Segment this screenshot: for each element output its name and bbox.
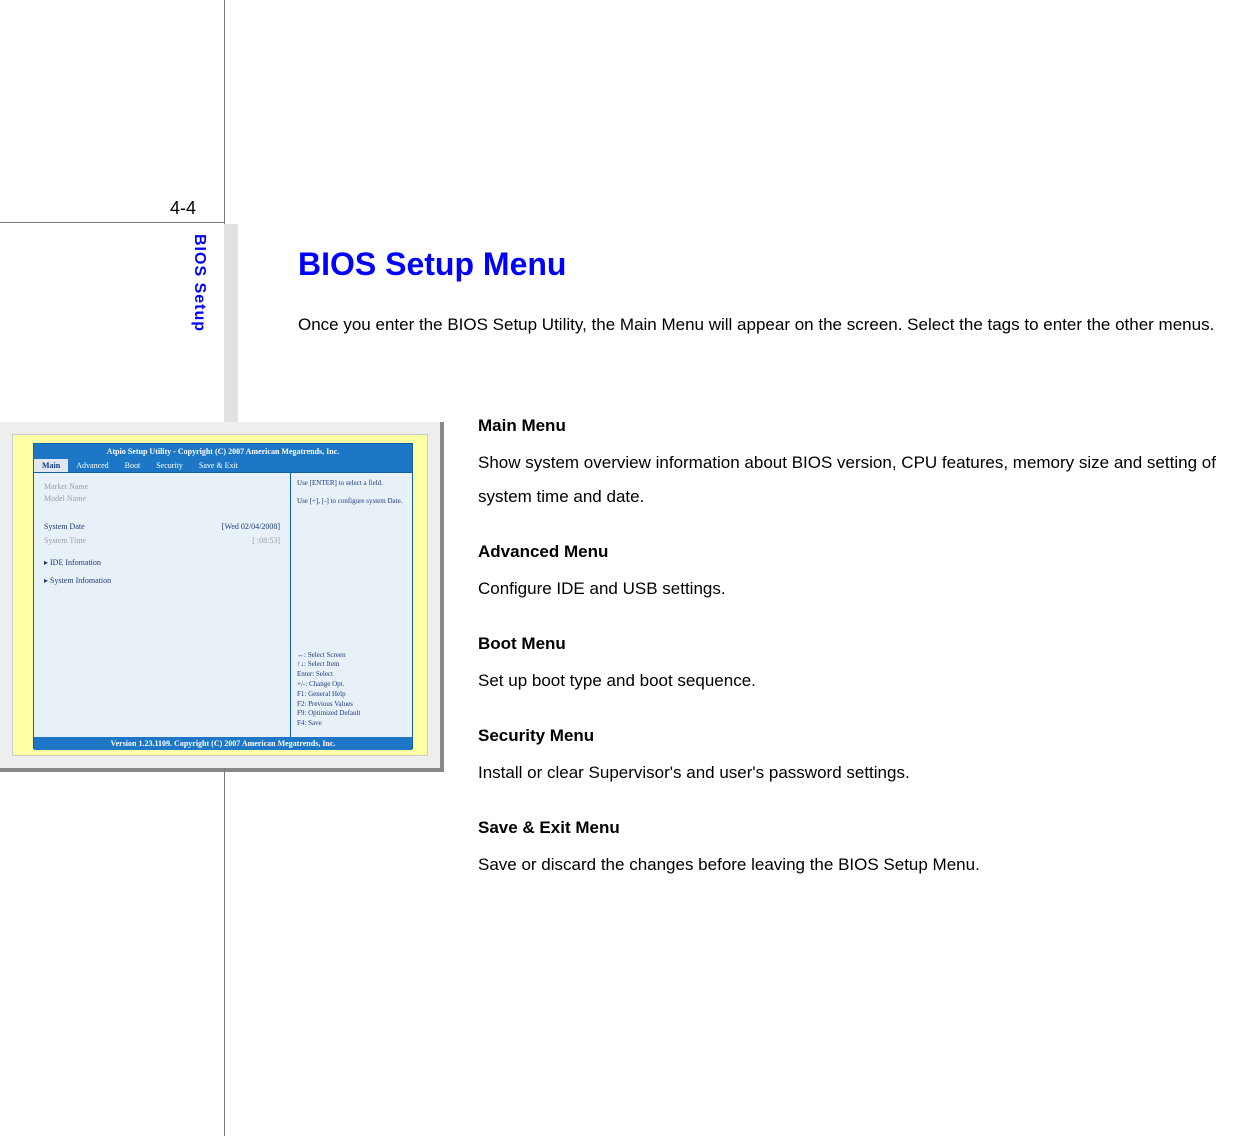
menu-text: Configure IDE and USB settings. bbox=[478, 572, 1238, 606]
page-number-rule bbox=[0, 222, 224, 223]
bios-model-name: Model Name bbox=[44, 493, 280, 505]
menu-description-item: Boot Menu Set up boot type and boot sequ… bbox=[478, 634, 1238, 698]
menu-description-item: Advanced Menu Configure IDE and USB sett… bbox=[478, 542, 1238, 606]
bios-screenshot: Atpio Setup Utility - Copyright (C) 2007… bbox=[0, 422, 440, 768]
bios-left-pane: Market Name Model Name System Date [Wed … bbox=[34, 473, 291, 737]
menu-heading: Security Menu bbox=[478, 726, 1238, 746]
menu-description-item: Security Menu Install or clear Superviso… bbox=[478, 726, 1238, 790]
bios-key-hints: ↔: Select Screen ↑↓: Select Item Enter: … bbox=[297, 651, 406, 729]
page-number: 4-4 bbox=[170, 198, 196, 219]
bios-time-label: System Time bbox=[44, 535, 86, 547]
bios-hint: F4: Save bbox=[297, 719, 406, 729]
bios-tab-security[interactable]: Security bbox=[148, 459, 191, 472]
bios-time-value: [ :08:53] bbox=[252, 535, 280, 547]
menu-heading: Advanced Menu bbox=[478, 542, 1238, 562]
menu-text: Save or discard the changes before leavi… bbox=[478, 848, 1238, 882]
bios-ide-info[interactable]: IDE Infomation bbox=[44, 557, 280, 569]
bios-tab-advanced[interactable]: Advanced bbox=[68, 459, 116, 472]
menu-heading: Boot Menu bbox=[478, 634, 1238, 654]
menu-description-item: Save & Exit Menu Save or discard the cha… bbox=[478, 818, 1238, 882]
bios-hint: +/-: Change Opt. bbox=[297, 680, 406, 690]
bios-system-time-row[interactable]: System Time [ :08:53] bbox=[44, 535, 280, 547]
menu-heading: Main Menu bbox=[478, 416, 1238, 436]
bios-tab-saveexit[interactable]: Save & Exit bbox=[191, 459, 246, 472]
bios-hint: ↑↓: Select Item bbox=[297, 660, 406, 670]
bios-date-value: [Wed 02/04/2008] bbox=[222, 521, 280, 533]
menu-descriptions: Main Menu Show system overview informati… bbox=[478, 416, 1238, 910]
bios-panel: Atpio Setup Utility - Copyright (C) 2007… bbox=[33, 443, 413, 749]
bios-yellow-frame: Atpio Setup Utility - Copyright (C) 2007… bbox=[12, 434, 428, 756]
side-section-label: BIOS Setup bbox=[190, 234, 208, 332]
bios-hint: F2: Previous Values bbox=[297, 700, 406, 710]
bios-title-bar: Atpio Setup Utility - Copyright (C) 2007… bbox=[34, 444, 412, 459]
bios-system-info[interactable]: System Infomation bbox=[44, 575, 280, 587]
bios-hint: F9: Optimized Default bbox=[297, 709, 406, 719]
bios-system-date-row[interactable]: System Date [Wed 02/04/2008] bbox=[44, 521, 280, 533]
bios-date-label: System Date bbox=[44, 521, 85, 533]
bios-body: Market Name Model Name System Date [Wed … bbox=[34, 472, 412, 737]
bios-hint: ↔: Select Screen bbox=[297, 651, 406, 661]
menu-heading: Save & Exit Menu bbox=[478, 818, 1238, 838]
bios-tip: Use [ENTER] to select a field. bbox=[297, 479, 406, 489]
bios-tab-boot[interactable]: Boot bbox=[117, 459, 149, 472]
bios-tip: Use [+], [-] to configure system Date. bbox=[297, 497, 406, 507]
menu-text: Set up boot type and boot sequence. bbox=[478, 664, 1238, 698]
menu-description-item: Main Menu Show system overview informati… bbox=[478, 416, 1238, 514]
intro-paragraph: Once you enter the BIOS Setup Utility, t… bbox=[298, 307, 1238, 343]
bios-right-pane: Use [ENTER] to select a field. Use [+], … bbox=[291, 473, 412, 737]
menu-text: Install or clear Supervisor's and user's… bbox=[478, 756, 1238, 790]
bios-tabs: Main Advanced Boot Security Save & Exit bbox=[34, 459, 412, 472]
menu-text: Show system overview information about B… bbox=[478, 446, 1238, 514]
content-area: BIOS Setup Menu Once you enter the BIOS … bbox=[298, 246, 1238, 343]
bios-hint: F1: General Help bbox=[297, 690, 406, 700]
bios-tab-main[interactable]: Main bbox=[34, 459, 68, 472]
bios-hint: Enter: Select bbox=[297, 670, 406, 680]
bios-footer: Version 1.23.1109. Copyright (C) 2007 Am… bbox=[34, 737, 412, 750]
bios-market-name: Market Name bbox=[44, 481, 280, 493]
page-title: BIOS Setup Menu bbox=[298, 246, 1238, 283]
